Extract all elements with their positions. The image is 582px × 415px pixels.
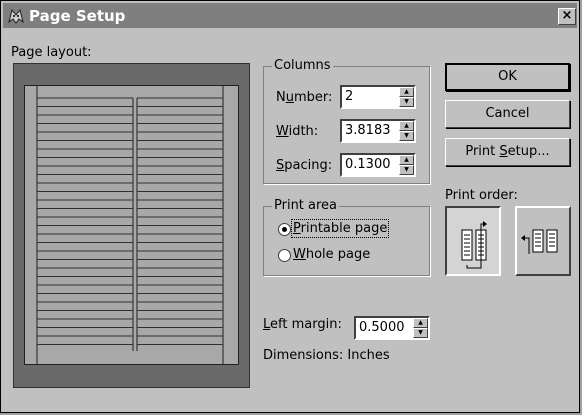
- width-spin-buttons: ▲ ▼: [399, 121, 414, 141]
- number-down-arrow-icon[interactable]: ▼: [399, 97, 414, 107]
- print-area-group-label: Print area: [272, 198, 340, 213]
- spacing-label: Spacing:: [276, 158, 333, 173]
- dimensions-text: Dimensions: Inches: [263, 348, 390, 363]
- spacing-up-arrow-icon[interactable]: ▲: [399, 155, 414, 165]
- width-input[interactable]: 3.8183: [345, 123, 391, 138]
- printable-page-radio[interactable]: [278, 223, 291, 236]
- number-spin-buttons: ▲ ▼: [399, 87, 414, 107]
- number-input[interactable]: 2: [345, 89, 353, 104]
- number-spinner[interactable]: 2 ▲ ▼: [340, 85, 416, 109]
- radio-selected-dot: [282, 227, 287, 232]
- whole-page-label[interactable]: Whole page: [293, 247, 370, 262]
- print-order-label: Print order:: [445, 188, 518, 203]
- columns-group-label: Columns: [272, 58, 333, 73]
- left-margin-down-arrow-icon[interactable]: ▼: [413, 328, 428, 338]
- title-bar[interactable]: Page Setup ×: [3, 3, 577, 28]
- preview-paper: [24, 85, 239, 365]
- down-then-across-icon: [461, 221, 487, 269]
- ok-button[interactable]: OK: [445, 63, 570, 91]
- left-margin-label: Left margin:: [263, 317, 342, 332]
- print-order-across-button[interactable]: [515, 206, 571, 276]
- width-down-arrow-icon[interactable]: ▼: [399, 131, 414, 141]
- width-label: Width:: [276, 124, 319, 139]
- printable-page-label[interactable]: Printable page: [290, 219, 390, 238]
- cancel-button[interactable]: Cancel: [445, 100, 570, 128]
- page-setup-dialog: Page Setup × Page layout: Columns Number…: [0, 0, 580, 413]
- across-then-down-icon: [521, 229, 558, 254]
- window-title: Page Setup: [29, 7, 126, 25]
- number-up-arrow-icon[interactable]: ▲: [399, 87, 414, 97]
- print-setup-button[interactable]: Print Setup...: [445, 138, 570, 166]
- left-margin-up-arrow-icon[interactable]: ▲: [413, 318, 428, 328]
- width-spinner[interactable]: 3.8183 ▲ ▼: [340, 119, 416, 143]
- spacing-spin-buttons: ▲ ▼: [399, 155, 414, 175]
- close-button[interactable]: ×: [558, 8, 576, 25]
- left-margin-spin-buttons: ▲ ▼: [413, 318, 428, 338]
- page-layout-preview: [13, 63, 250, 388]
- left-margin-spinner[interactable]: 0.5000 ▲ ▼: [354, 316, 430, 340]
- page-layout-label: Page layout:: [11, 45, 92, 60]
- left-margin-input[interactable]: 0.5000: [359, 320, 405, 335]
- print-area-group: Print area: [263, 198, 430, 276]
- column-preview-graphic: [36, 86, 224, 364]
- number-label: Number:: [276, 90, 333, 105]
- print-order-down-button[interactable]: [445, 206, 501, 276]
- app-icon: [7, 7, 25, 25]
- spacing-spinner[interactable]: 0.1300 ▲ ▼: [340, 153, 416, 177]
- width-up-arrow-icon[interactable]: ▲: [399, 121, 414, 131]
- close-icon: ×: [561, 8, 573, 23]
- spacing-down-arrow-icon[interactable]: ▼: [399, 165, 414, 175]
- spacing-input[interactable]: 0.1300: [345, 157, 391, 172]
- whole-page-radio[interactable]: [278, 249, 291, 262]
